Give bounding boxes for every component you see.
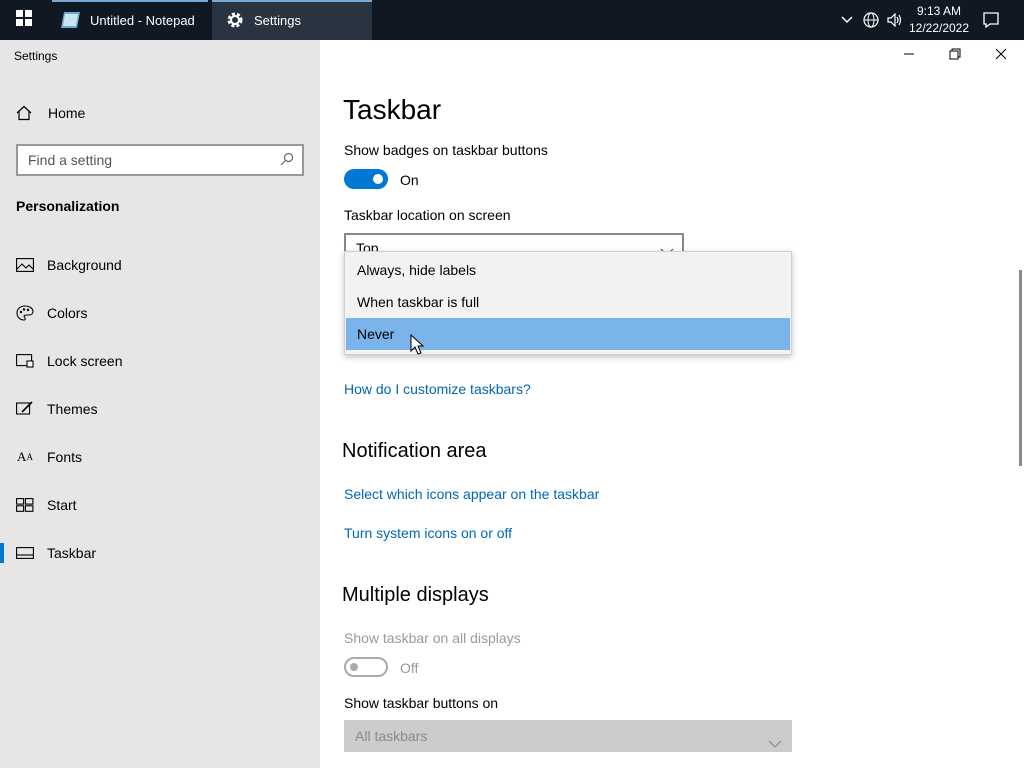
taskbar-icon (15, 547, 35, 559)
palette-icon (15, 305, 35, 321)
dropdown-option-when-full[interactable]: When taskbar is full (346, 286, 790, 318)
mouse-cursor-icon (410, 333, 425, 361)
badges-toggle[interactable] (344, 169, 388, 189)
restore-icon (949, 47, 961, 65)
minimize-button[interactable] (886, 40, 932, 72)
lock-screen-icon (15, 354, 35, 368)
search-input[interactable]: Find a setting (16, 144, 304, 176)
toggle-knob (350, 663, 358, 671)
sidebar-item-label: Start (47, 497, 77, 513)
close-button[interactable] (978, 40, 1024, 72)
sidebar-item-label: Lock screen (47, 353, 123, 369)
taskbar-app-settings[interactable]: Settings (212, 0, 372, 40)
sidebar-item-themes[interactable]: Themes (0, 389, 320, 429)
system-icons-link[interactable]: Turn system icons on or off (344, 525, 512, 541)
show-all-displays-state: Off (400, 660, 419, 676)
notepad-icon (60, 9, 82, 31)
running-indicator (52, 0, 208, 2)
show-all-displays-label: Show taskbar on all displays (344, 630, 521, 646)
home-icon (16, 105, 34, 121)
badges-toggle-state: On (400, 172, 419, 188)
start-button[interactable] (0, 0, 48, 40)
clock-date: 12/22/2022 (908, 21, 970, 35)
taskbar: Untitled - Notepad Settings 9:13 AM 12/2… (0, 0, 1024, 40)
toggle-knob (373, 174, 383, 184)
picture-icon (15, 258, 35, 272)
start-icon (15, 498, 35, 512)
windows-logo-icon (16, 9, 32, 31)
clock-time: 9:13 AM (916, 4, 962, 18)
sidebar-item-home[interactable]: Home (16, 100, 85, 126)
buttons-on-value: All taskbars (355, 728, 428, 744)
brush-icon (15, 401, 35, 417)
sidebar-item-colors[interactable]: Colors (0, 293, 320, 333)
action-center-icon[interactable] (978, 0, 1004, 40)
notification-area-heading: Notification area (342, 440, 487, 462)
scrollbar[interactable] (1019, 270, 1022, 466)
sidebar-item-label: Fonts (47, 449, 83, 465)
badges-label: Show badges on taskbar buttons (344, 142, 548, 158)
sidebar-category-title: Personalization (16, 198, 120, 214)
minimize-icon (903, 47, 915, 65)
sidebar-item-background[interactable]: Background (0, 245, 320, 285)
taskbar-app-notepad[interactable]: Untitled - Notepad (52, 0, 208, 40)
show-hidden-icons-chevron-icon[interactable] (838, 0, 856, 40)
search-icon[interactable] (280, 152, 294, 169)
sidebar-item-start[interactable]: Start (0, 485, 320, 525)
show-all-displays-toggle[interactable] (344, 657, 388, 677)
sidebar-item-fonts[interactable]: AA Fonts (0, 437, 320, 477)
volume-icon[interactable] (884, 0, 906, 40)
multiple-displays-heading: Multiple displays (342, 584, 489, 606)
customize-taskbars-link[interactable]: How do I customize taskbars? (344, 381, 531, 397)
taskbar-app-label: Settings (254, 12, 301, 28)
buttons-on-select[interactable]: All taskbars (344, 720, 792, 752)
sidebar-item-label: Themes (47, 401, 98, 417)
sidebar-item-label: Colors (47, 305, 88, 321)
buttons-on-label: Show taskbar buttons on (344, 695, 499, 711)
sidebar-item-lock-screen[interactable]: Lock screen (0, 341, 320, 381)
taskbar-clock[interactable]: 9:13 AM 12/22/2022 (904, 3, 974, 37)
sidebar-item-taskbar[interactable]: Taskbar (0, 533, 320, 573)
sidebar-item-label: Taskbar (47, 545, 97, 561)
gear-icon (224, 9, 246, 31)
font-icon: AA (17, 449, 33, 464)
chevron-down-icon (768, 728, 782, 760)
page-title: Taskbar (343, 94, 442, 125)
dropdown-option-always[interactable]: Always, hide labels (346, 254, 790, 286)
select-icons-link[interactable]: Select which icons appear on the taskbar (344, 486, 599, 502)
window-title: Settings (14, 49, 58, 63)
sidebar-item-label: Background (47, 257, 122, 273)
taskbar-app-label: Untitled - Notepad (90, 12, 195, 28)
network-globe-icon[interactable] (860, 0, 882, 40)
search-placeholder: Find a setting (28, 152, 113, 168)
selection-indicator (0, 543, 4, 563)
running-indicator (212, 0, 372, 2)
sidebar-home-label: Home (48, 105, 86, 121)
close-icon (995, 47, 1007, 65)
restore-button[interactable] (932, 40, 978, 72)
location-label: Taskbar location on screen (344, 207, 511, 223)
